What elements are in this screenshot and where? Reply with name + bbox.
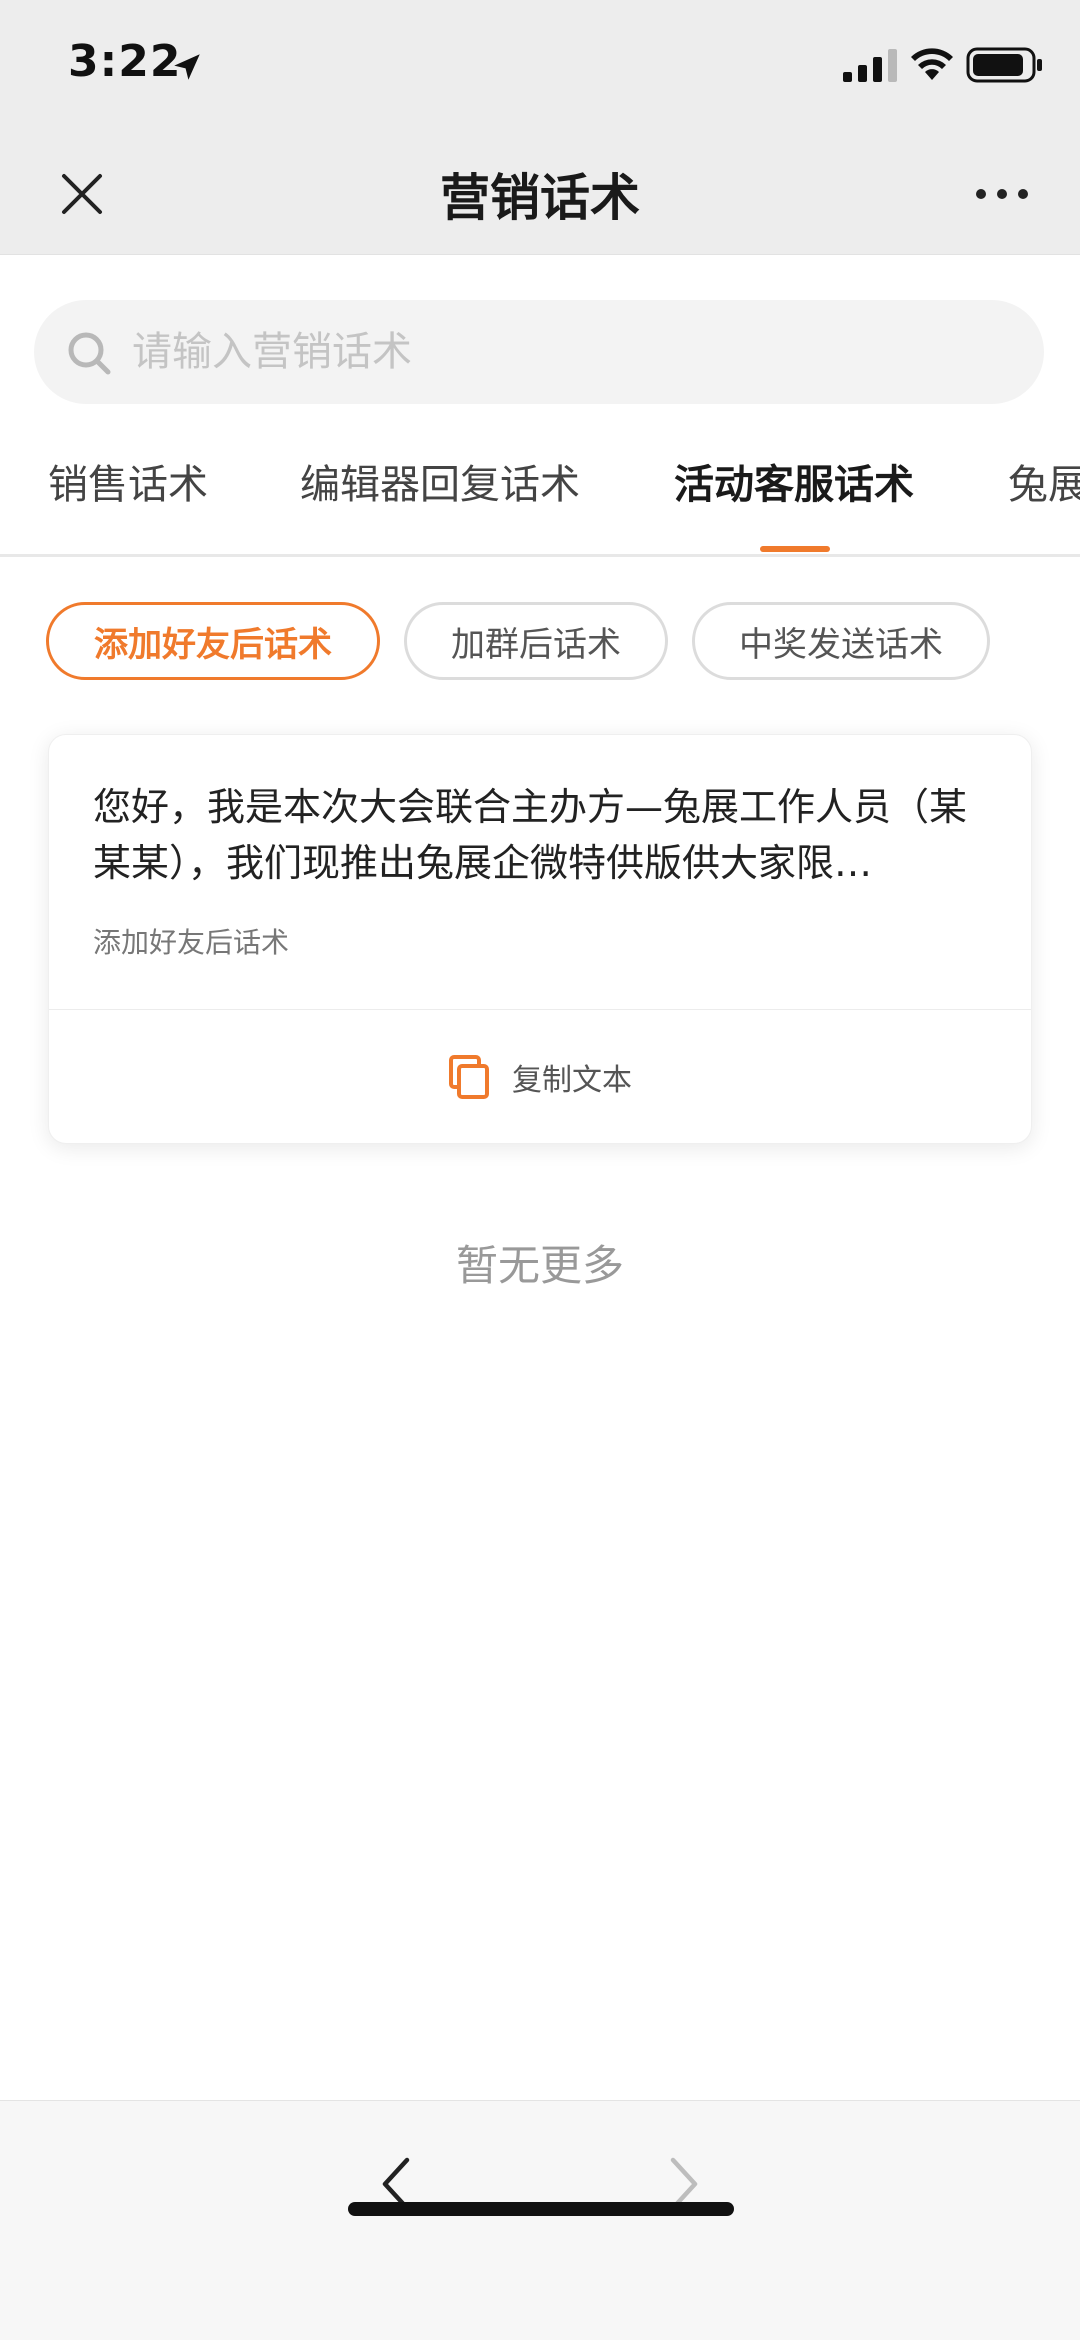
active-tab-indicator (760, 546, 830, 552)
tab-editor-reply[interactable]: 编辑器回复话术 (300, 452, 580, 510)
script-card: 您好，我是本次大会联合主办方—兔展工作人员（某某某），我们现推出兔展企微特供版供… (48, 734, 1032, 1144)
search-input[interactable] (132, 320, 1012, 384)
script-tag: 添加好友后话术 (93, 926, 290, 959)
category-tabs: 销售话术 编辑器回复话术 活动客服话术 兔展 (0, 430, 1080, 557)
card-divider (49, 1009, 1031, 1010)
search-icon (68, 332, 111, 375)
more-dots-icon (976, 189, 1028, 199)
battery-icon (966, 47, 1042, 83)
list-end-text: 暂无更多 (455, 1241, 624, 1290)
location-arrow-icon (174, 54, 200, 80)
search-box[interactable] (34, 300, 1044, 404)
home-indicator[interactable] (348, 2202, 734, 2216)
tab-event-service[interactable]: 活动客服话术 (674, 452, 914, 510)
more-button[interactable] (966, 164, 1038, 224)
tab-tuzhan[interactable]: 兔展 (1008, 452, 1080, 510)
tab-sales[interactable]: 销售话术 (48, 452, 208, 510)
status-time: 3:22 (68, 36, 182, 87)
script-text: 您好，我是本次大会联合主办方—兔展工作人员（某某某），我们现推出兔展企微特供版供… (93, 785, 968, 885)
copy-text-button[interactable]: 复制文本 (49, 1011, 1031, 1143)
bottom-nav-bar (0, 2100, 1080, 2340)
chip-after-add-friend[interactable]: 添加好友后话术 (46, 602, 380, 680)
chip-after-join-group[interactable]: 加群后话术 (404, 602, 668, 680)
wifi-icon (911, 48, 953, 80)
cellular-signal-icon (843, 49, 897, 82)
page-title: 营销话术 (440, 169, 640, 227)
copy-icon (449, 1055, 489, 1099)
nav-bar: 营销话术 (0, 130, 1080, 255)
copy-text-label: 复制文本 (512, 1063, 632, 1098)
status-bar: 3:22 (0, 0, 1080, 130)
chip-prize-message[interactable]: 中奖发送话术 (692, 602, 990, 680)
